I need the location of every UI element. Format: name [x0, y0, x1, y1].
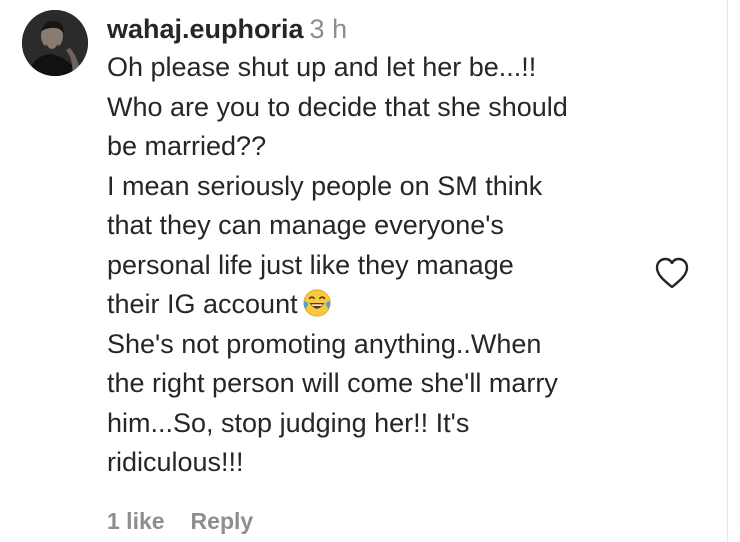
comment-text: Oh please shut up and let her be...!! Wh… [107, 48, 637, 483]
right-border [727, 0, 728, 542]
comment-line: be married?? [107, 131, 267, 161]
comment-time: 3 h [309, 14, 348, 44]
comment-footer: 1 like Reply [107, 508, 253, 535]
likes-count[interactable]: 1 like [107, 508, 165, 534]
comment-line: She's not promoting anything..When [107, 328, 542, 359]
comment-body: wahaj.euphoria 3 h Oh please shut up and … [107, 10, 637, 483]
comment-header: wahaj.euphoria 3 h [107, 10, 637, 48]
avatar[interactable] [22, 10, 88, 76]
comment-line: their IG account [107, 289, 298, 319]
reply-button[interactable]: Reply [191, 508, 254, 534]
heart-outline-icon[interactable] [654, 256, 690, 290]
comment-line: ridiculous!!! [107, 447, 244, 477]
comment-line: personal life just like they manage [107, 249, 514, 280]
comment-line: Who are you to decide that she should [107, 91, 568, 122]
laughing-tears-emoji-icon [303, 289, 331, 317]
comment-line: him...So, stop judging her!! It's [107, 407, 470, 438]
comment-line: I mean seriously people on SM think [107, 170, 543, 201]
comment-line: Oh please shut up and let her be...!! [107, 52, 537, 82]
comment-line: that they can manage everyone's [107, 210, 504, 240]
username[interactable]: wahaj.euphoria [107, 14, 304, 44]
comment-line-with-emoji: their IG account [107, 285, 637, 325]
comment-line: the right person will come she'll marry [107, 368, 558, 398]
avatar-image [22, 10, 88, 76]
